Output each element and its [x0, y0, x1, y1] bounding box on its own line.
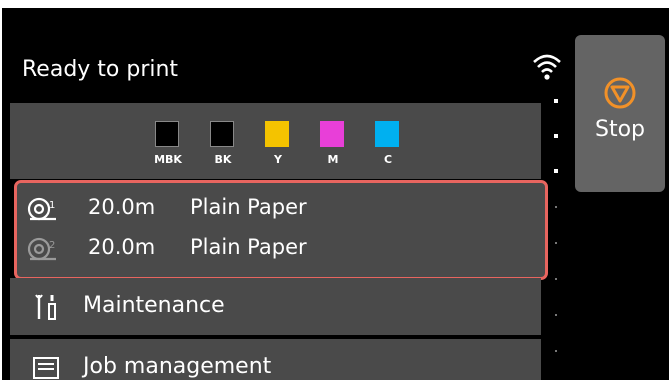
- svg-text:1: 1: [49, 200, 55, 211]
- roll-2-icon: 2: [27, 237, 56, 261]
- stop-icon: [604, 77, 636, 109]
- job-management-icon: [33, 357, 59, 379]
- scroll-dot: [555, 206, 557, 208]
- menu-item-job-management-label: Job management: [83, 354, 272, 379]
- roll-1-length: 20.0m: [88, 195, 156, 219]
- ink-mbk-swatch: [155, 121, 179, 147]
- menu-item-maintenance[interactable]: Maintenance: [10, 278, 541, 335]
- stop-button-label: Stop: [594, 117, 645, 142]
- ink-mbk: MBK: [154, 121, 182, 166]
- ink-bk-swatch: [210, 121, 234, 147]
- ink-m: M: [320, 121, 346, 166]
- scroll-dot: [555, 314, 557, 316]
- ink-bk: BK: [210, 121, 236, 166]
- ink-c: C: [375, 121, 401, 166]
- roll-2-paper-type: Plain Paper: [190, 235, 307, 259]
- ink-c-label: C: [383, 153, 393, 166]
- ink-mbk-label: MBK: [154, 153, 182, 166]
- status-text: Ready to print: [22, 57, 179, 82]
- wifi-icon: [533, 54, 561, 80]
- scroll-dot: [555, 242, 557, 244]
- stop-button[interactable]: Stop: [575, 35, 665, 192]
- roll-1-paper-type: Plain Paper: [190, 195, 307, 219]
- ink-m-swatch: [320, 121, 344, 147]
- scroll-dot: [555, 278, 557, 280]
- ink-m-label: M: [327, 153, 339, 166]
- menu-item-maintenance-label: Maintenance: [83, 293, 225, 318]
- scroll-dot: [555, 350, 557, 352]
- scroll-dot: [554, 169, 558, 173]
- roll-2-length: 20.0m: [88, 235, 156, 259]
- ink-level-panel[interactable]: MBK BK Y M C: [10, 103, 541, 179]
- svg-text:2: 2: [49, 240, 55, 251]
- ink-y-label: Y: [274, 153, 282, 166]
- scroll-dot: [554, 134, 558, 138]
- ink-bk-label: BK: [214, 153, 232, 166]
- ink-c-swatch: [375, 121, 399, 147]
- ink-y-swatch: [265, 121, 289, 147]
- scroll-dot: [554, 99, 558, 103]
- paper-settings-panel[interactable]: 1 20.0m Plain Paper 2 20.0m Plain Paper: [14, 180, 548, 280]
- roll-1-icon: 1: [27, 197, 56, 221]
- page-scroll-indicator: [550, 94, 562, 374]
- maintenance-icon: [35, 294, 56, 320]
- ink-y: Y: [265, 121, 291, 166]
- menu-item-job-management[interactable]: Job management: [10, 339, 541, 380]
- printer-touch-screen: Ready to print Stop MBK BK Y M C 1 20.0m…: [2, 8, 669, 380]
